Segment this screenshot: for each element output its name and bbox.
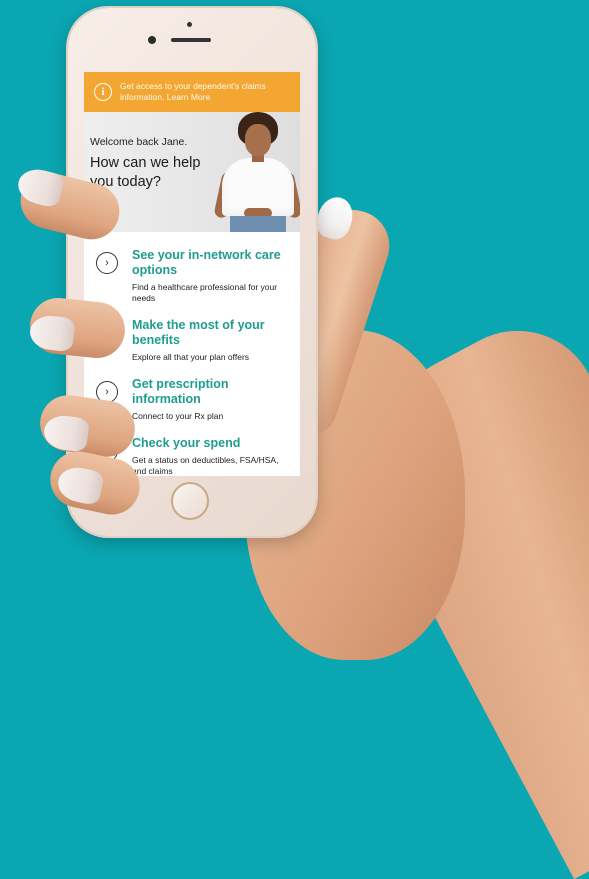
- list-item-title: Get prescription information: [132, 377, 229, 406]
- list-item-in-network-care[interactable]: › See your in-network care options Find …: [84, 248, 300, 304]
- list-item-subtitle: Explore all that your plan offers: [132, 352, 250, 362]
- list-item-subtitle: Get a status on deductibles, FSA/HSA, an…: [132, 455, 279, 476]
- dependent-claims-banner[interactable]: i Get access to your dependent's claims …: [84, 72, 300, 112]
- list-item-title: Check your spend: [132, 436, 241, 450]
- hero-photo: [213, 112, 300, 232]
- chevron-right-icon[interactable]: ›: [96, 252, 118, 274]
- info-icon: i: [94, 83, 112, 101]
- list-item-title: Make the most of your benefits: [132, 318, 265, 347]
- welcome-text: Welcome back Jane.: [90, 136, 188, 148]
- list-item-subtitle: Connect to your Rx plan: [132, 411, 224, 421]
- front-camera: [148, 36, 156, 44]
- finger-nail: [28, 313, 76, 353]
- sensor-dot: [187, 22, 192, 27]
- hero-headline: How can we help you today?: [90, 155, 201, 190]
- home-button[interactable]: [171, 482, 209, 520]
- banner-text[interactable]: Get access to your dependent's claims in…: [120, 81, 294, 103]
- list-item-subtitle: Find a healthcare professional for your …: [132, 282, 278, 303]
- earpiece-speaker: [171, 38, 211, 42]
- list-item-title: See your in-network care options: [132, 248, 281, 277]
